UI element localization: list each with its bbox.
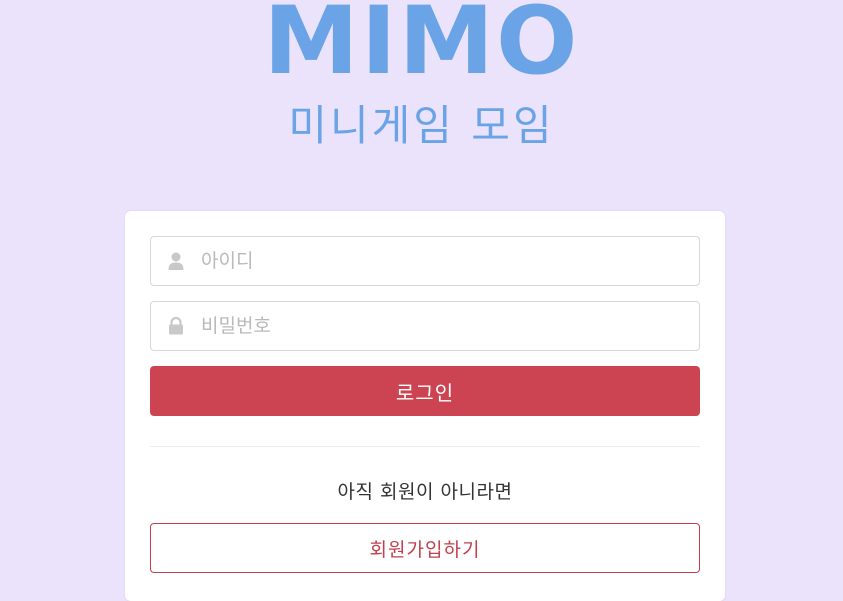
username-field[interactable] <box>150 236 700 286</box>
user-icon <box>167 251 185 271</box>
app-logo: MIMO <box>263 0 580 96</box>
password-input[interactable] <box>201 302 681 350</box>
login-card: 로그인 아직 회원이 아니라면 회원가입하기 <box>125 211 725 601</box>
password-field[interactable] <box>150 301 700 351</box>
signup-button[interactable]: 회원가입하기 <box>150 523 700 573</box>
divider <box>150 446 700 447</box>
signup-prompt: 아직 회원이 아니라면 <box>337 481 513 503</box>
app-subtitle: 미니게임 모임 <box>288 101 555 150</box>
lock-icon <box>167 316 185 336</box>
username-input[interactable] <box>201 237 681 285</box>
login-button[interactable]: 로그인 <box>150 366 700 416</box>
